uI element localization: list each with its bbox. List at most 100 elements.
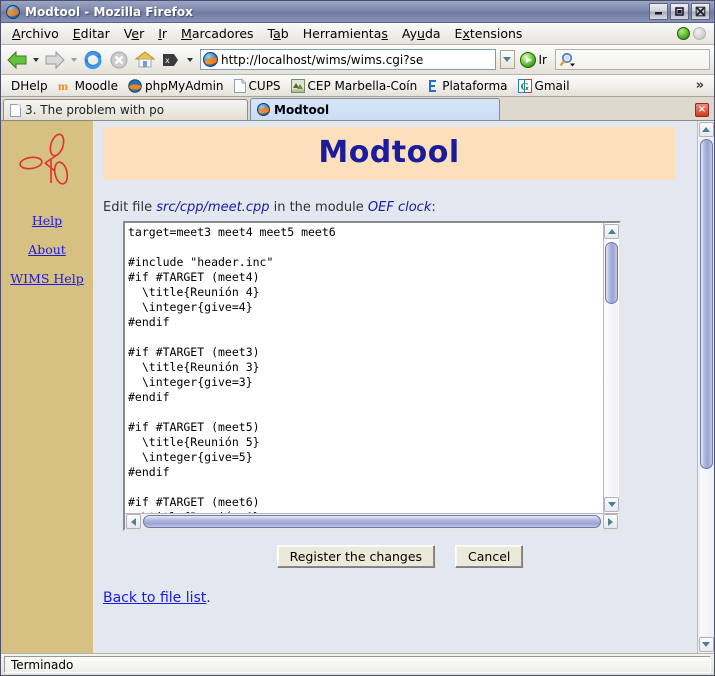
bookmark-label: Moodle	[74, 78, 118, 93]
status-bar: Terminado	[1, 653, 714, 675]
menu-ver[interactable]: Ver	[117, 24, 151, 43]
menu-tab[interactable]: Tab	[261, 24, 296, 43]
page-main: Modtool Edit file src/cpp/meet.cpp in th…	[93, 121, 697, 653]
home-icon[interactable]	[133, 48, 157, 72]
menu-editar[interactable]: Editar	[66, 24, 117, 43]
back-to-file-list: Back to file list.	[103, 590, 697, 606]
cancel-button[interactable]: Cancel	[455, 545, 524, 568]
go-icon	[519, 51, 536, 68]
bookmark-moodle[interactable]: m Moodle	[54, 78, 122, 94]
navigation-toolbar: x http://localhost/wims/wims.cgi?se Ir	[1, 45, 714, 75]
bookmark-label: CEP Marbella-Coín	[307, 78, 418, 93]
close-tab-icon[interactable]: ×	[695, 103, 709, 117]
tab-bar: 3. The problem with po Modtool ×	[1, 97, 714, 121]
web-page: Help About WIMS Help Modtool Edit file s…	[1, 121, 697, 653]
firefox-globe-icon	[5, 4, 21, 20]
file-editor[interactable]: target=meet3 meet4 meet5 meet6 #include …	[123, 221, 621, 531]
search-icon	[559, 52, 575, 66]
close-icon[interactable]	[691, 3, 710, 20]
tab-label: Modtool	[274, 102, 330, 117]
page-scroll-down-icon[interactable]	[698, 637, 714, 652]
menu-archivo[interactable]: Archivo	[5, 24, 66, 43]
url-history-dropdown-icon[interactable]	[499, 50, 515, 69]
page-scroll-thumb[interactable]	[699, 139, 713, 469]
status-text: Terminado	[4, 656, 711, 673]
window-title: Modtool - Mozilla Firefox	[25, 4, 193, 19]
sidebar-link-about[interactable]: About	[28, 242, 66, 257]
bookmark-cep-marbella-coin[interactable]: CEP Marbella-Coín	[287, 78, 422, 94]
editor-vertical-scrollbar[interactable]	[603, 223, 619, 513]
sidebar-link-wims-help[interactable]: WIMS Help	[10, 271, 83, 286]
page-sidebar: Help About WIMS Help	[1, 121, 93, 653]
url-input[interactable]: http://localhost/wims/wims.cgi?se	[221, 53, 494, 67]
tab-the-problem-with-po[interactable]: 3. The problem with po	[3, 99, 248, 120]
form-buttons: Register the changes Cancel	[93, 545, 697, 568]
site-favicon	[203, 52, 218, 67]
register-changes-button[interactable]: Register the changes	[276, 545, 436, 568]
back-link-suffix: .	[206, 590, 211, 606]
page-title: Modtool	[318, 135, 460, 170]
back-to-file-list-link[interactable]: Back to file list	[103, 590, 206, 606]
minimize-icon[interactable]	[649, 3, 668, 20]
edit-module-name: OEF clock	[367, 200, 432, 215]
moodle-icon: m	[58, 79, 68, 93]
extension-icon[interactable]: x	[159, 48, 183, 72]
scroll-right-icon[interactable]	[603, 514, 618, 529]
edit-suffix: :	[431, 200, 436, 215]
plataforma-icon	[429, 79, 437, 92]
edit-prefix: Edit file	[103, 200, 157, 215]
content-area: Help About WIMS Help Modtool Edit file s…	[1, 121, 714, 653]
back-arrow-icon[interactable]	[5, 48, 29, 72]
sidebar-link-help[interactable]: Help	[32, 213, 62, 228]
maximize-icon[interactable]	[670, 3, 689, 20]
phpmyadmin-globe-icon	[128, 78, 142, 93]
vertical-scroll-thumb[interactable]	[605, 242, 618, 304]
bookmark-cups[interactable]: CUPS	[230, 78, 285, 94]
svg-text:x: x	[165, 56, 170, 65]
forward-dropdown-icon	[71, 57, 77, 62]
wims-favicon	[257, 103, 270, 116]
page-scroll-up-icon[interactable]	[698, 122, 714, 137]
stop-icon	[107, 48, 131, 72]
reload-icon[interactable]	[81, 48, 105, 72]
bookmarks-overflow-icon[interactable]: »	[696, 78, 708, 93]
scroll-down-icon[interactable]	[604, 497, 619, 512]
title-bar: Modtool - Mozilla Firefox	[1, 1, 714, 23]
url-bar[interactable]: http://localhost/wims/wims.cgi?se	[200, 49, 496, 70]
vertical-scroll-track[interactable]	[605, 304, 618, 496]
edit-file-name: src/cpp/meet.cpp	[156, 200, 270, 215]
menu-ayuda[interactable]: Ayuda	[395, 24, 448, 43]
tab-modtool[interactable]: Modtool	[250, 98, 500, 120]
scroll-left-icon[interactable]	[126, 514, 141, 529]
editor-textarea[interactable]: target=meet3 meet4 meet5 meet6 #include …	[125, 223, 603, 513]
menu-marcadores[interactable]: Marcadores	[174, 24, 261, 43]
page-scroll-track[interactable]	[699, 469, 713, 636]
bookmark-phpmyadmin[interactable]: phpMyAdmin	[124, 78, 228, 94]
bookmark-plataforma[interactable]: Plataforma	[423, 78, 511, 94]
throbber-icon	[693, 27, 706, 40]
svg-text:G: G	[520, 81, 529, 93]
update-status-icon[interactable]	[677, 27, 690, 40]
menu-ir[interactable]: Ir	[151, 24, 174, 43]
editor-horizontal-scrollbar[interactable]	[125, 513, 619, 529]
page-header-band: Modtool	[103, 127, 675, 180]
menu-extensions[interactable]: Extensions	[448, 24, 530, 43]
browser-window: Modtool - Mozilla Firefox Archivo Editar…	[0, 0, 715, 676]
menu-herramientas[interactable]: Herramientas	[296, 24, 395, 43]
horizontal-scroll-thumb[interactable]	[143, 515, 601, 528]
edit-middle: in the module	[269, 200, 368, 215]
go-button[interactable]: Ir	[517, 51, 550, 68]
back-dropdown-icon[interactable]	[33, 57, 39, 62]
wims-scissors-logo	[19, 133, 69, 185]
bookmark-label: phpMyAdmin	[144, 78, 224, 93]
extension-dropdown-icon[interactable]	[187, 57, 193, 62]
scroll-up-icon[interactable]	[604, 224, 619, 239]
bookmark-label: Gmail	[534, 78, 570, 93]
edit-file-description: Edit file src/cpp/meet.cpp in the module…	[103, 200, 697, 215]
window-controls	[649, 3, 710, 20]
search-input[interactable]	[555, 49, 710, 70]
forward-arrow-icon	[43, 48, 67, 72]
bookmark-gmail[interactable]: G Gmail	[514, 78, 574, 94]
page-vertical-scrollbar[interactable]	[697, 121, 714, 653]
bookmark-dhelp[interactable]: DHelp	[7, 78, 52, 94]
